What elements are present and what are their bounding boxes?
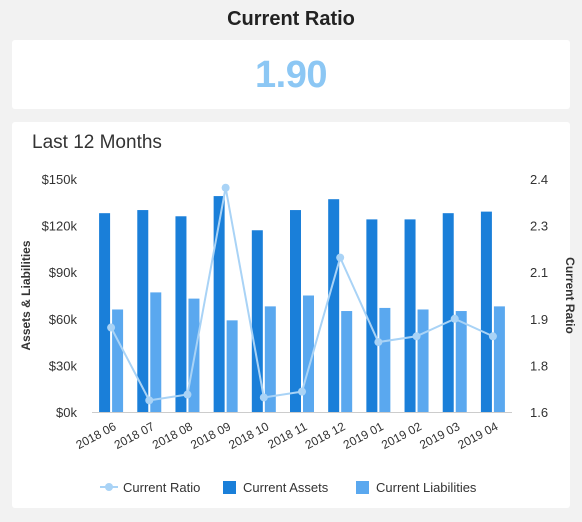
y-left-tick-label: $60k — [49, 312, 78, 327]
current-ratio-point — [107, 323, 116, 332]
bar-current-assets — [175, 216, 187, 412]
y-right-tick-label: 1.6 — [530, 405, 548, 420]
bar-current-assets — [480, 211, 492, 412]
y-right-tick-label: 1.8 — [530, 358, 548, 373]
y-right-axis-title: Current Ratio — [563, 257, 577, 334]
x-tick-label: 2018 06 — [74, 419, 119, 452]
y-right-tick-label: 2.4 — [530, 172, 548, 187]
bar-current-assets — [366, 219, 378, 412]
bar-current-liabilities — [226, 320, 238, 412]
bar-current-liabilities — [455, 311, 467, 412]
x-tick-label: 2018 10 — [226, 419, 271, 452]
bar-current-liabilities — [341, 311, 353, 412]
legend-label-current-assets: Current Assets — [243, 480, 329, 495]
current-ratio-point — [336, 253, 345, 262]
x-tick-label: 2018 09 — [188, 419, 233, 452]
bar-current-assets — [213, 196, 225, 412]
y-right-tick-label: 2.1 — [530, 265, 548, 280]
y-right-tick-label: 1.9 — [530, 312, 548, 327]
y-left-tick-label: $0k — [56, 405, 77, 420]
bar-current-assets — [290, 210, 301, 412]
bar-current-assets — [404, 219, 416, 412]
y-left-axis-title: Assets & Liabilities — [19, 240, 33, 350]
current-ratio-point — [412, 332, 421, 341]
y-right-tick-label: 2.3 — [530, 219, 548, 234]
current-ratio-point — [374, 338, 383, 347]
y-left-tick-label: $30k — [49, 358, 78, 373]
current-ratio-point — [488, 332, 497, 341]
legend-swatch-current-assets — [223, 481, 236, 494]
x-tick-label: 2019 03 — [417, 419, 462, 452]
x-tick-label: 2019 02 — [379, 419, 424, 452]
legend-label-current-ratio: Current Ratio — [123, 480, 200, 495]
x-tick-label: 2018 11 — [265, 419, 309, 451]
x-tick-label: 2019 04 — [455, 419, 500, 452]
bar-current-assets — [328, 199, 340, 412]
current-ratio-point — [145, 396, 154, 405]
bar-current-liabilities — [493, 306, 505, 412]
current-ratio-point — [259, 393, 268, 402]
x-tick-label: 2018 08 — [150, 419, 195, 452]
legend-line-marker — [105, 483, 113, 491]
y-left-tick-label: $150k — [42, 172, 78, 187]
current-ratio-point — [298, 387, 306, 396]
current-ratio-point — [183, 390, 192, 399]
current-ratio-point — [221, 183, 230, 192]
legend-swatch-current-liabilities — [356, 481, 369, 494]
x-tick-label: 2018 07 — [112, 419, 157, 452]
bar-current-liabilities — [150, 292, 162, 412]
x-tick-label: 2019 01 — [341, 419, 386, 452]
bar-current-assets — [442, 213, 454, 412]
current-ratio-point — [450, 314, 459, 323]
combo-chart: $0k $30k $60k $90k $120k $150k 1.6 1.8 1.9 2.1 2.3… — [19, 172, 577, 495]
current-ratio-line — [110, 187, 494, 402]
y-left-tick-label: $90k — [49, 265, 78, 280]
bar-current-assets — [99, 213, 111, 412]
bar-current-liabilities — [417, 309, 429, 412]
x-tick-label: 2018 12 — [303, 419, 348, 452]
bar-current-liabilities — [379, 307, 391, 412]
y-left-tick-label: $120k — [42, 219, 78, 234]
legend-label-current-liabilities: Current Liabilities — [376, 480, 477, 495]
